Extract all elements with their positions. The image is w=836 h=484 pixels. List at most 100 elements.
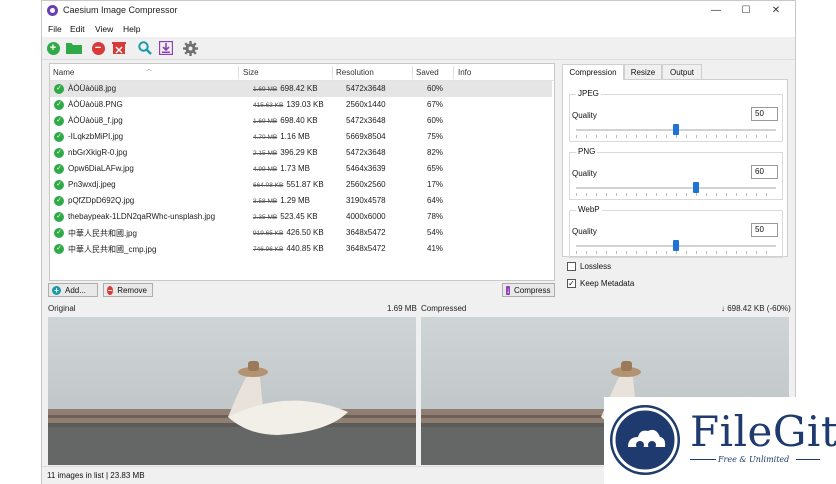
table-row[interactable]: ✓ ÀÒÜàòü8.PNG 415.63 KB 139.03 KB 2560x14… <box>50 97 552 113</box>
webp-quality-spinbox[interactable]: 50 <box>751 223 778 237</box>
minimize-button[interactable]: — <box>701 1 731 21</box>
file-name: nbGrXkigR-0.jpg <box>68 148 128 157</box>
add-button-label: Add... <box>65 285 86 295</box>
original-size: 919.65 KB <box>253 230 284 237</box>
file-resolution: 2560x1440 <box>346 100 386 109</box>
menu-file[interactable]: File <box>48 24 62 34</box>
filegit-watermark: FileGit Free & Unlimited <box>604 397 836 484</box>
file-saved: 60% <box>427 84 444 93</box>
table-row[interactable]: ✓ ÀÒÜàòü8_f.jpg 1.69 MB 698.40 KB 5472x36… <box>50 113 552 129</box>
keep-metadata-label: Keep Metadata <box>580 279 635 288</box>
png-slider-handle[interactable] <box>693 182 699 193</box>
column-header-saved[interactable]: Saved <box>416 68 439 77</box>
png-quality-slider[interactable] <box>576 187 776 189</box>
menu-help[interactable]: Help <box>123 24 140 34</box>
menu-view[interactable]: View <box>95 24 113 34</box>
table-row[interactable]: ✓ -ILqkzbMiPI.jpg 4.70 MB 1.16 MB 5669x85… <box>50 129 552 145</box>
compressed-size: 1.16 MB <box>280 132 311 141</box>
file-resolution: 4000x6000 <box>346 212 386 221</box>
column-header-name[interactable]: Name <box>53 68 74 77</box>
check-icon: ✓ <box>54 196 64 206</box>
file-saved: 41% <box>427 244 444 253</box>
maximize-button[interactable]: ☐ <box>731 1 761 21</box>
file-resolution: 5464x3639 <box>346 164 386 173</box>
compressed-size: 139.03 KB <box>286 100 324 109</box>
table-row[interactable]: ✓ ÀÒÜàòü8.jpg 1.69 MB 698.42 KB 5472x3648… <box>50 81 552 97</box>
compress-icon <box>159 41 173 55</box>
file-name: pQfZDpD692Q.jpg <box>68 196 135 205</box>
compress-icon: ↓ <box>506 285 510 295</box>
table-row[interactable]: ✓ Opw6DiaLAFw.jpg 4.99 MB 1.73 MB 5464x36… <box>50 161 552 177</box>
compress-toolbar-button[interactable] <box>158 40 174 56</box>
column-divider[interactable] <box>453 66 454 79</box>
table-row[interactable]: ✓ thebaypeak-1LDN2qaRWhc-unsplash.jpg 2.… <box>50 209 552 225</box>
file-size: 1.69 MB 698.42 KB <box>253 84 318 93</box>
tab-compression[interactable]: Compression <box>562 64 624 80</box>
original-preview-image[interactable] <box>48 317 416 465</box>
column-header-info[interactable]: Info <box>458 68 471 77</box>
filegit-title: FileGit <box>690 407 836 456</box>
png-quality-spinbox[interactable]: 60 <box>751 165 778 179</box>
table-row[interactable]: ✓ 中華人民共和國_cmp.jpg 746.96 KB 440.85 KB 364… <box>50 241 552 257</box>
png-group: PNG Quality 60 <box>569 147 783 200</box>
add-files-button[interactable]: + <box>45 40 61 56</box>
table-row[interactable]: ✓ pQfZDpD692Q.jpg 3.58 MB 1.29 MB 3190x45… <box>50 193 552 209</box>
settings-button[interactable] <box>182 40 198 56</box>
column-header-size[interactable]: Size <box>243 68 259 77</box>
check-icon: ✓ <box>54 228 64 238</box>
file-name: 中華人民共和國_cmp.jpg <box>68 245 157 254</box>
tab-resize[interactable]: Resize <box>624 64 662 79</box>
keep-metadata-checkbox[interactable]: ✓ <box>567 279 576 288</box>
jpeg-label: JPEG <box>576 89 601 98</box>
file-name: -ILqkzbMiPI.jpg <box>68 132 124 141</box>
table-row[interactable]: ✓ Pn3wxdj.jpeg 664.08 KB 551.87 KB 2560x2… <box>50 177 552 193</box>
remove-button[interactable]: − Remove <box>103 283 153 297</box>
preview-button[interactable] <box>137 40 153 56</box>
column-divider[interactable] <box>238 66 239 79</box>
file-list-table[interactable]: ︿ Name Size Resolution Saved Info ✓ ÀÒÜà… <box>49 63 555 281</box>
remove-button-toolbar[interactable]: − <box>90 40 106 56</box>
menu-edit[interactable]: Edit <box>70 24 85 34</box>
png-quality-label: Quality <box>572 169 597 178</box>
compress-button[interactable]: ↓ Compress <box>502 283 555 297</box>
jpeg-quality-label: Quality <box>572 111 597 120</box>
check-icon: ✓ <box>54 212 64 222</box>
compress-button-label: Compress <box>514 285 551 295</box>
original-size: 4.70 MB <box>253 134 278 141</box>
clear-list-button[interactable] <box>111 40 127 56</box>
slider-ticks <box>576 251 776 254</box>
file-saved: 17% <box>427 180 444 189</box>
filegit-logo-icon <box>610 405 680 475</box>
status-text: 11 images in list | 23.83 MB <box>47 471 145 480</box>
add-folder-button[interactable] <box>66 40 82 56</box>
jpeg-slider-handle[interactable] <box>673 124 679 135</box>
file-resolution: 5472x3648 <box>346 84 386 93</box>
webp-slider-handle[interactable] <box>673 240 679 251</box>
table-row[interactable]: ✓ nbGrXkigR-0.jpg 2.15 MB 396.29 KB 5472x… <box>50 145 552 161</box>
close-button[interactable]: ✕ <box>761 1 791 21</box>
check-icon: ✓ <box>54 148 64 158</box>
column-header-resolution[interactable]: Resolution <box>336 68 374 77</box>
table-header: ︿ Name Size Resolution Saved Info <box>50 64 554 81</box>
file-saved: 67% <box>427 100 444 109</box>
file-name: thebaypeak-1LDN2qaRWhc-unsplash.jpg <box>68 212 216 221</box>
file-size: 415.63 KB 139.03 KB <box>253 100 324 109</box>
jpeg-quality-spinbox[interactable]: 50 <box>751 107 778 121</box>
file-resolution: 3648x5472 <box>346 228 386 237</box>
lossless-checkbox[interactable] <box>567 262 576 271</box>
compression-panel: JPEG Quality 50 PNG Quality 60 WebP Qual… <box>562 79 788 258</box>
preview-icon <box>138 41 152 55</box>
table-row[interactable]: ✓ 中華人民共和國.jpg 919.65 KB 426.50 KB 3648x54… <box>50 225 552 241</box>
original-label: Original <box>48 304 76 313</box>
remove-icon: − <box>107 285 114 295</box>
clear-list-icon <box>112 42 126 54</box>
app-logo-icon <box>47 5 58 16</box>
original-size: 1.69 MB <box>253 86 278 93</box>
column-divider[interactable] <box>332 66 333 79</box>
file-resolution: 5472x3648 <box>346 116 386 125</box>
compressed-size: 440.85 KB <box>286 244 324 253</box>
add-button[interactable]: + Add... <box>48 283 98 297</box>
column-divider[interactable] <box>412 66 413 79</box>
tab-output[interactable]: Output <box>662 64 702 79</box>
title-bar: Caesium Image Compressor — ☐ ✕ <box>42 1 795 21</box>
